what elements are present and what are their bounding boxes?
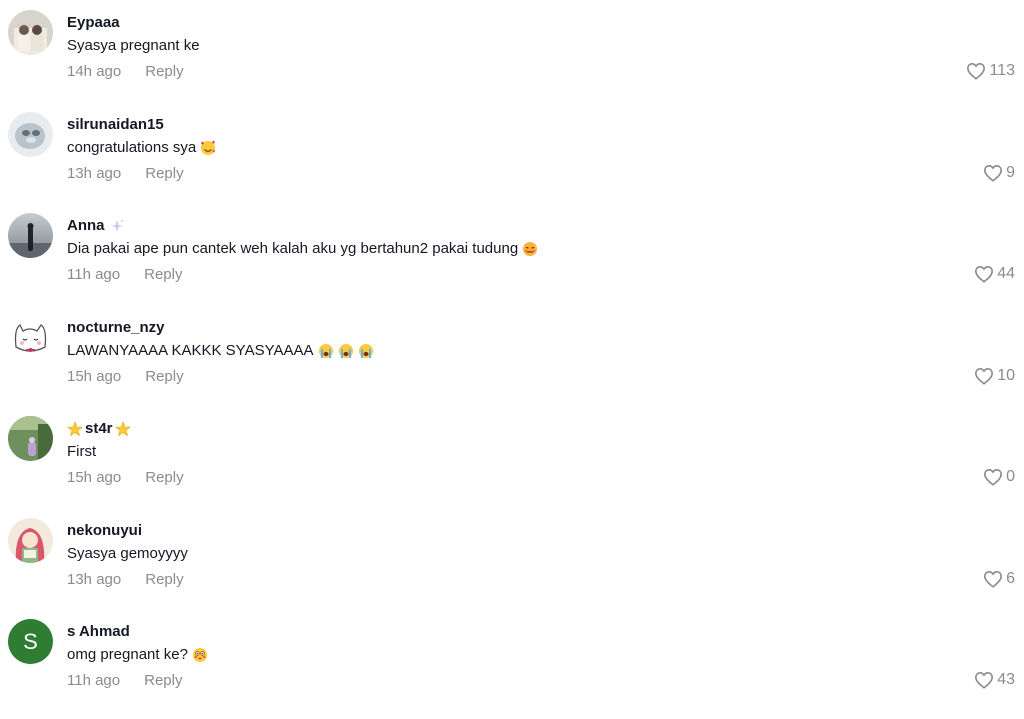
comment-meta: 13h ago Reply	[67, 571, 184, 588]
like-button[interactable]: 43	[974, 671, 1015, 689]
username-text: st4r	[85, 420, 113, 437]
comment-text-content: Syasya gemoyyyy	[67, 545, 188, 562]
comment-item: silrunaidan15 congratulations sya 13h ag…	[0, 112, 1024, 212]
comment-meta: 15h ago Reply	[67, 469, 184, 486]
avatar[interactable]	[8, 315, 53, 360]
star-emoji-icon	[67, 420, 83, 437]
comment-text: congratulations sya	[67, 139, 216, 156]
username[interactable]: nocturne_nzy	[67, 319, 165, 336]
heart-icon	[966, 62, 986, 80]
timestamp: 15h ago	[67, 368, 122, 385]
comment-meta: 13h ago Reply	[67, 165, 184, 182]
comment-meta: 11h ago Reply	[67, 672, 182, 689]
like-count: 113	[989, 62, 1015, 79]
like-count: 43	[997, 671, 1015, 688]
comment-text: omg pregnant ke?	[67, 646, 208, 663]
reply-button[interactable]: Reply	[145, 571, 183, 588]
loudly-crying-face-emoji-icon	[358, 343, 374, 359]
timestamp: 14h ago	[67, 63, 122, 80]
username[interactable]: st4r	[67, 420, 131, 437]
username[interactable]: silrunaidan15	[67, 116, 164, 133]
comment-text-content: Syasya pregnant ke	[67, 37, 200, 54]
heart-icon	[983, 468, 1003, 486]
reply-button[interactable]: Reply	[144, 266, 182, 283]
heart-icon	[974, 671, 994, 689]
comment-text-content: congratulations sya	[67, 139, 197, 156]
like-button[interactable]: 10	[974, 367, 1015, 385]
like-button[interactable]: 0	[983, 468, 1015, 486]
flushed-face-emoji-icon	[192, 647, 208, 663]
comment-item: st4r First 15h ago Reply 0	[0, 416, 1024, 516]
like-button[interactable]: 113	[966, 62, 1015, 80]
comment-meta: 15h ago Reply	[67, 368, 184, 385]
username-text: Anna	[67, 217, 105, 234]
reply-button[interactable]: Reply	[145, 63, 183, 80]
comment-item: nocturne_nzy LAWANYAAAA KAKKK SYASYAAAA …	[0, 315, 1024, 415]
comment-meta: 14h ago Reply	[67, 63, 184, 80]
comment-text: Syasya gemoyyyy	[67, 545, 188, 562]
like-count: 6	[1006, 570, 1015, 587]
avatar[interactable]	[8, 112, 53, 157]
avatar[interactable]	[8, 10, 53, 55]
username[interactable]: s Ahmad	[67, 623, 130, 640]
reply-button[interactable]: Reply	[144, 672, 182, 689]
avatar[interactable]	[8, 213, 53, 258]
avatar[interactable]	[8, 518, 53, 563]
comment-item: nekonuyui Syasya gemoyyyy 13h ago Reply …	[0, 518, 1024, 618]
comment-text-content: First	[67, 443, 97, 460]
timestamp: 13h ago	[67, 571, 122, 588]
username[interactable]: nekonuyui	[67, 522, 142, 539]
comment-item: Anna Dia pakai ape pun cantek weh kalah …	[0, 213, 1024, 313]
comment-meta: 11h ago Reply	[67, 266, 182, 283]
reply-button[interactable]: Reply	[145, 469, 183, 486]
like-button[interactable]: 9	[983, 164, 1015, 182]
star-emoji-icon	[114, 420, 131, 437]
heart-icon	[974, 265, 994, 283]
timestamp: 13h ago	[67, 165, 122, 182]
comment-text-content: Dia pakai ape pun cantek weh kalah aku y…	[67, 240, 519, 257]
like-button[interactable]: 6	[983, 570, 1015, 588]
heart-icon	[983, 570, 1003, 588]
timestamp: 15h ago	[67, 469, 122, 486]
heart-icon	[974, 367, 994, 385]
pensive-face-emoji-icon	[522, 241, 538, 257]
loudly-crying-face-emoji-icon	[318, 343, 334, 359]
comment-text: Dia pakai ape pun cantek weh kalah aku y…	[67, 240, 538, 257]
avatar-letter: S	[23, 628, 38, 654]
comment-item: S s Ahmad omg pregnant ke? 11h ago Reply…	[0, 619, 1024, 719]
loudly-crying-face-emoji-icon	[338, 343, 354, 359]
like-button[interactable]: 44	[974, 265, 1015, 283]
comment-text-content: omg pregnant ke?	[67, 646, 188, 663]
comment-text: LAWANYAAAA KAKKK SYASYAAAA	[67, 342, 374, 359]
like-count: 0	[1006, 468, 1015, 485]
reply-button[interactable]: Reply	[145, 368, 183, 385]
timestamp: 11h ago	[67, 266, 121, 283]
avatar[interactable]	[8, 416, 53, 461]
like-count: 44	[997, 265, 1015, 282]
sparkles-emoji-icon	[109, 218, 125, 234]
heart-icon	[983, 164, 1003, 182]
comment-text: Syasya pregnant ke	[67, 37, 200, 54]
timestamp: 11h ago	[67, 672, 121, 689]
like-count: 10	[997, 367, 1015, 384]
username[interactable]: Anna	[67, 217, 125, 234]
avatar[interactable]: S	[8, 619, 53, 664]
reply-button[interactable]: Reply	[145, 165, 183, 182]
username[interactable]: Eypaaa	[67, 14, 120, 31]
comment-text: First	[67, 443, 96, 460]
comment-text-content: LAWANYAAAA KAKKK SYASYAAAA	[67, 342, 314, 359]
comment-item: Eypaaa Syasya pregnant ke 14h ago Reply …	[0, 10, 1024, 110]
smiling-hearts-emoji-icon	[200, 140, 216, 156]
like-count: 9	[1006, 164, 1015, 181]
